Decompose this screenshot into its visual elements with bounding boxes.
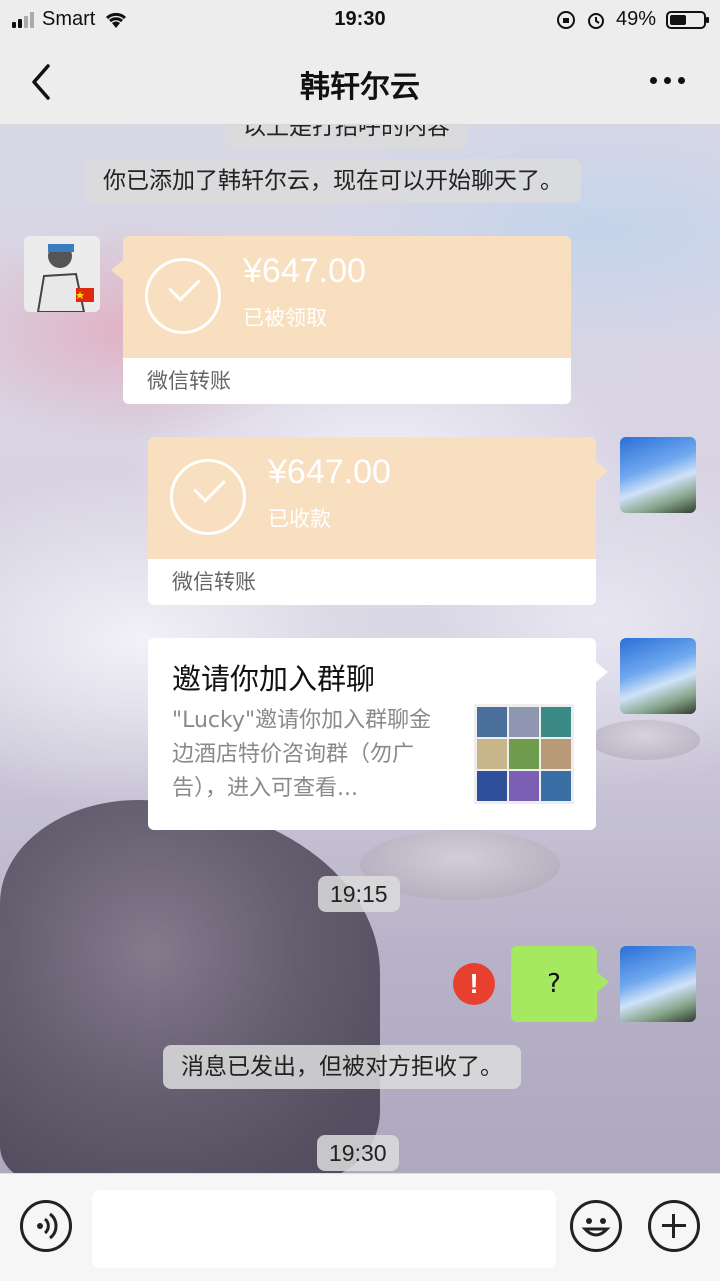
message-list[interactable]: 以上是打招呼的内容 你已添加了韩轩尔云，现在可以开始聊天了。 ¥647.00 已… — [0, 125, 720, 1173]
my-avatar[interactable] — [620, 946, 696, 1022]
chat-header: 韩轩尔云 — [0, 40, 720, 125]
my-message-bubble[interactable]: ? — [511, 946, 609, 1022]
timestamp: 19:30 — [317, 1135, 399, 1171]
battery-percent: 49% — [615, 8, 656, 30]
check-circle-icon — [145, 258, 221, 334]
my-avatar[interactable] — [620, 437, 696, 513]
orientation-lock-icon — [556, 10, 575, 29]
plus-icon[interactable] — [648, 1200, 700, 1252]
transfer-status: 已收款 — [268, 507, 331, 531]
transfer-card-me[interactable]: ¥647.00 已收款 微信转账 — [148, 437, 608, 605]
group-invite-card[interactable]: 邀请你加入群聊 "Lucky"邀请你加入群聊金边酒店特价咨询群（勿广告），进入可… — [148, 638, 608, 830]
send-failed-icon[interactable]: ! — [453, 963, 495, 1005]
transfer-amount: ¥647.00 — [268, 453, 391, 491]
my-avatar[interactable] — [620, 638, 696, 714]
transfer-footer: 微信转账 — [123, 358, 571, 404]
system-message-cut: 以上是打招呼的内容 — [225, 125, 468, 149]
system-message-added: 你已添加了韩轩尔云，现在可以开始聊天了。 — [85, 159, 581, 203]
battery-icon — [666, 10, 709, 29]
transfer-status: 已被领取 — [243, 306, 327, 330]
invite-title: 邀请你加入群聊 — [172, 662, 376, 696]
system-message-rejected: 消息已发出，但被对方拒收了。 — [163, 1045, 521, 1089]
more-dots-icon[interactable] — [650, 70, 690, 90]
message-input[interactable] — [92, 1190, 556, 1268]
timestamp: 19:15 — [318, 876, 400, 912]
alarm-icon — [587, 12, 604, 29]
transfer-amount: ¥647.00 — [243, 252, 366, 290]
voice-icon[interactable] — [20, 1200, 72, 1252]
emoji-icon[interactable] — [570, 1200, 622, 1252]
transfer-footer: 微信转账 — [148, 559, 596, 605]
status-bar: Smart 19:30 49% — [0, 0, 720, 40]
input-bar — [0, 1173, 720, 1281]
friend-avatar[interactable] — [24, 236, 100, 312]
invite-description: "Lucky"邀请你加入群聊金边酒店特价咨询群（勿广告），进入可查看... — [172, 708, 432, 801]
check-circle-icon — [170, 459, 246, 535]
transfer-card-friend[interactable]: ¥647.00 已被领取 微信转账 — [111, 236, 571, 404]
chat-title: 韩轩尔云 — [300, 70, 420, 105]
group-thumbnail — [474, 704, 574, 804]
friend-avatar-image — [24, 236, 100, 312]
